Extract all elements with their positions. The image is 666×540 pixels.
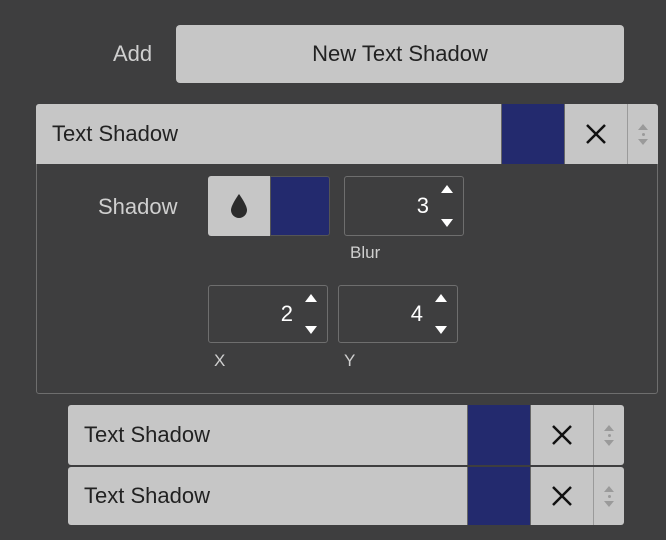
drag-handle[interactable] [594, 467, 624, 525]
decrement-arrow[interactable] [435, 326, 447, 334]
x-offset-spinner[interactable]: 2 [208, 285, 328, 343]
drag-handle-icon [604, 424, 614, 431]
drag-handle[interactable] [628, 104, 658, 164]
add-label: Add [113, 41, 153, 66]
handle-dot [607, 494, 611, 498]
drag-handle-icon [604, 485, 614, 492]
drag-handle[interactable] [594, 405, 624, 465]
shadow-color-swatch[interactable] [467, 405, 531, 465]
close-icon [552, 486, 572, 506]
eyedropper-button[interactable] [208, 176, 270, 236]
shadow-title: Text Shadow [84, 483, 210, 508]
increment-arrow[interactable] [305, 294, 317, 302]
handle-dot [607, 433, 611, 437]
y-value: 4 [410, 301, 423, 326]
increment-arrow[interactable] [441, 185, 453, 193]
y-offset-spinner[interactable]: 4 [338, 285, 458, 343]
blur-spinner[interactable]: 3 [344, 176, 464, 236]
drag-handle-icon [638, 123, 648, 130]
shadow-color-swatch[interactable] [501, 104, 565, 164]
close-icon [586, 124, 606, 144]
shadow-color-swatch[interactable] [467, 467, 531, 525]
remove-shadow-button[interactable] [531, 467, 594, 525]
blur-label: Blur [350, 243, 381, 262]
blur-value: 3 [416, 193, 429, 218]
x-label: X [214, 351, 226, 370]
shadow-header-2[interactable]: Text Shadow [68, 405, 624, 465]
shadow-color-picker[interactable] [270, 176, 330, 236]
handle-dot [641, 132, 645, 136]
handle-arrow [638, 138, 648, 145]
decrement-arrow[interactable] [305, 326, 317, 334]
decrement-arrow[interactable] [441, 219, 453, 227]
handle-arrow [604, 439, 614, 446]
handle-arrow [604, 500, 614, 507]
drop-icon [231, 194, 247, 218]
shadow-title: Text Shadow [52, 121, 178, 146]
shadow-label: Shadow [98, 194, 178, 219]
new-text-shadow-button[interactable]: New Text Shadow [176, 25, 624, 83]
remove-shadow-button[interactable] [565, 104, 628, 164]
shadow-header-3[interactable]: Text Shadow [68, 467, 624, 525]
shadow-header-1[interactable]: Text Shadow [36, 104, 658, 164]
shadow-title: Text Shadow [84, 422, 210, 447]
increment-arrow[interactable] [435, 294, 447, 302]
y-label: Y [344, 351, 356, 370]
close-icon [552, 425, 572, 445]
x-value: 2 [280, 301, 293, 326]
remove-shadow-button[interactable] [531, 405, 594, 465]
